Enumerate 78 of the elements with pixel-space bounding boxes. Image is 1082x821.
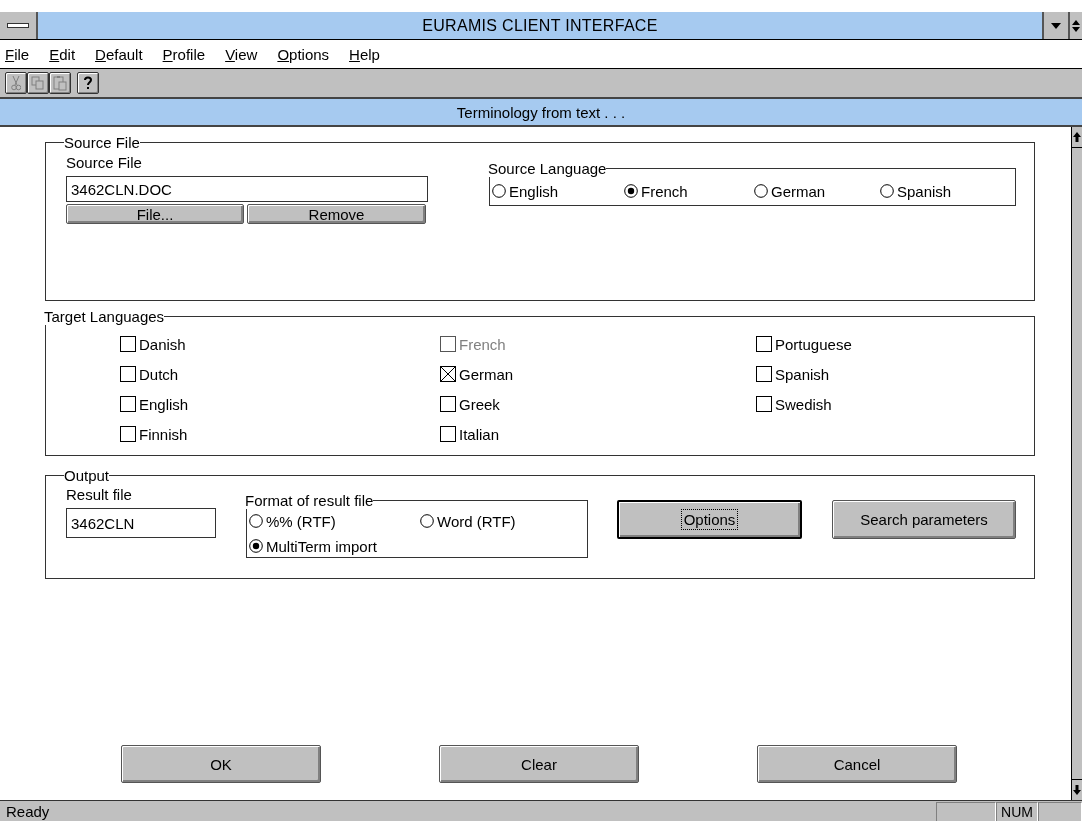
menu-item[interactable]: Profile: [162, 45, 217, 63]
field-label: Source File: [66, 154, 143, 172]
checkbox[interactable]: [756, 396, 772, 412]
radio-button[interactable]: [249, 514, 263, 528]
checkbox[interactable]: [120, 396, 136, 412]
minimize-button[interactable]: [1042, 12, 1068, 39]
dialog-button[interactable]: Options: [617, 500, 802, 539]
radio-label: Spanish: [897, 182, 952, 200]
system-menu-button[interactable]: [0, 12, 38, 39]
radio-label: Word (RTF): [437, 512, 516, 530]
dash-icon: [7, 22, 29, 29]
checkbox-label: Portuguese: [775, 335, 852, 353]
checkbox[interactable]: [440, 426, 456, 442]
scrollbar[interactable]: [1071, 127, 1082, 800]
status-panel: [936, 801, 996, 821]
checkbox-label: English: [139, 395, 189, 413]
checkbox[interactable]: [120, 336, 136, 352]
group-title: Source File: [64, 134, 140, 151]
restore-button[interactable]: [1068, 12, 1082, 39]
checkbox[interactable]: [756, 366, 772, 382]
checkbox-label: Greek: [459, 395, 500, 413]
checkbox-label: French: [459, 335, 506, 353]
down-arrow-icon: [1073, 785, 1081, 795]
group-title: Format of result file: [245, 492, 374, 509]
radio-label: German: [771, 182, 826, 200]
clipboard-icon: [53, 75, 67, 91]
group-title: Source Language: [488, 160, 607, 177]
menu-item[interactable]: Options: [277, 45, 341, 63]
toolbar-button[interactable]: [77, 72, 99, 94]
menu-item[interactable]: File: [5, 45, 41, 63]
checkbox-label: Dutch: [139, 365, 179, 383]
dialog-title: Terminology from text . . .: [0, 99, 1082, 127]
radio-button[interactable]: [624, 184, 638, 198]
dialog-button[interactable]: Search parameters: [832, 500, 1016, 539]
menu-item[interactable]: View: [225, 45, 269, 63]
down-arrow-icon: [1051, 22, 1061, 29]
radio-label: MultiTerm import: [266, 537, 377, 555]
radio-label: French: [641, 182, 688, 200]
checkbox[interactable]: [120, 366, 136, 382]
window-title: EURAMIS CLIENT INTERFACE: [421, 16, 659, 36]
menu-item[interactable]: Edit: [49, 45, 87, 63]
checkbox-label: Finnish: [139, 425, 188, 443]
checkbox-label: Danish: [139, 335, 186, 353]
checkbox-label: Spanish: [775, 365, 830, 383]
checkbox-label: Italian: [459, 425, 500, 443]
help-icon: [83, 75, 93, 91]
scissors-icon: [11, 75, 21, 91]
group-title: Target Languages: [44, 308, 165, 325]
radio-label: %% (RTF): [266, 512, 336, 530]
dialog-button[interactable]: Cancel: [757, 745, 957, 783]
menu-item[interactable]: Default: [95, 45, 154, 63]
checkbox-label: German: [459, 365, 514, 383]
field-label: Result file: [66, 486, 133, 504]
up-down-arrow-icon: [1072, 18, 1080, 33]
status-indicator: NUM: [996, 801, 1038, 821]
radio-button[interactable]: [420, 514, 434, 528]
radio-button[interactable]: [492, 184, 506, 198]
dialog-button[interactable]: Clear: [439, 745, 639, 783]
dialog-button[interactable]: Remove: [247, 204, 426, 224]
radio-button[interactable]: [249, 539, 263, 553]
checkbox[interactable]: [440, 366, 456, 382]
status-text: Ready: [5, 802, 51, 820]
checkbox[interactable]: [756, 336, 772, 352]
input-field[interactable]: 3462CLN.DOC: [66, 176, 428, 202]
menu-item[interactable]: Help: [349, 45, 391, 63]
input-field[interactable]: 3462CLN: [66, 508, 216, 538]
status-panel: [1038, 801, 1082, 821]
radio-button[interactable]: [754, 184, 768, 198]
checkbox[interactable]: [120, 426, 136, 442]
group-title: Output: [64, 467, 110, 484]
copy-icon: [31, 76, 45, 90]
checkbox-label: Swedish: [775, 395, 832, 413]
up-arrow-icon: [1073, 132, 1081, 142]
radio-label: English: [509, 182, 559, 200]
dialog-button[interactable]: File...: [66, 204, 244, 224]
checkbox[interactable]: [440, 396, 456, 412]
radio-button[interactable]: [880, 184, 894, 198]
dialog-button[interactable]: OK: [121, 745, 321, 783]
